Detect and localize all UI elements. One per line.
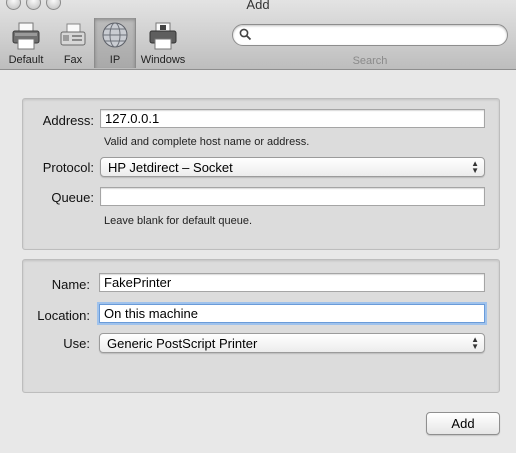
queue-label: Queue: [51,190,94,205]
fax-icon [60,23,86,46]
name-field[interactable] [99,273,485,292]
use-value: Generic PostScript Printer [107,336,258,351]
toolbar-ip-label: IP [109,54,121,66]
search-box[interactable] [232,24,508,46]
window-title: Add [246,0,270,12]
search-icon [239,28,252,41]
toolbar: Add Default Fax IP Windows Search [0,0,516,70]
protocol-value: HP Jetdirect – Socket [108,160,233,175]
search-field[interactable] [232,24,508,46]
use-popup[interactable]: Generic PostScript Printer ▲ ▼ [99,333,485,353]
address-input[interactable] [105,111,480,126]
protocol-label: Protocol: [42,160,94,175]
popup-arrows-icon: ▲ ▼ [471,335,479,351]
search-label: Search [352,55,388,67]
queue-input[interactable] [105,189,480,204]
windows-printer-icon [149,22,177,50]
protocol-popup[interactable]: HP Jetdirect – Socket ▲ ▼ [100,157,485,177]
toolbar-default-button[interactable]: Default [2,18,50,68]
toolbar-windows-label: Windows [140,54,186,66]
location-input[interactable] [104,306,480,321]
toolbar-fax-button[interactable]: Fax [52,18,94,68]
queue-field[interactable] [100,187,485,206]
toolbar-ip-button[interactable]: IP [94,18,136,68]
search-input[interactable] [255,27,499,44]
toolbar-default-label: Default [8,54,44,66]
printer-icon [12,22,40,50]
location-label: Location: [37,308,90,323]
address-hint: Valid and complete host name or address. [104,136,310,148]
queue-hint: Leave blank for default queue. [104,215,253,227]
popup-arrows-icon: ▲ ▼ [471,159,479,175]
location-field[interactable] [99,304,485,323]
add-button[interactable]: Add [426,412,500,435]
toolbar-windows-button[interactable]: Windows [136,18,190,68]
toolbar-fax-label: Fax [63,54,83,66]
address-label: Address: [42,113,94,128]
use-label: Use: [63,336,90,351]
add-printer-window: Add Default Fax IP Windows Search Addres… [0,0,516,453]
globe-icon [102,22,128,48]
name-input[interactable] [104,275,480,290]
name-label: Name: [51,277,90,292]
address-field[interactable] [100,109,485,128]
